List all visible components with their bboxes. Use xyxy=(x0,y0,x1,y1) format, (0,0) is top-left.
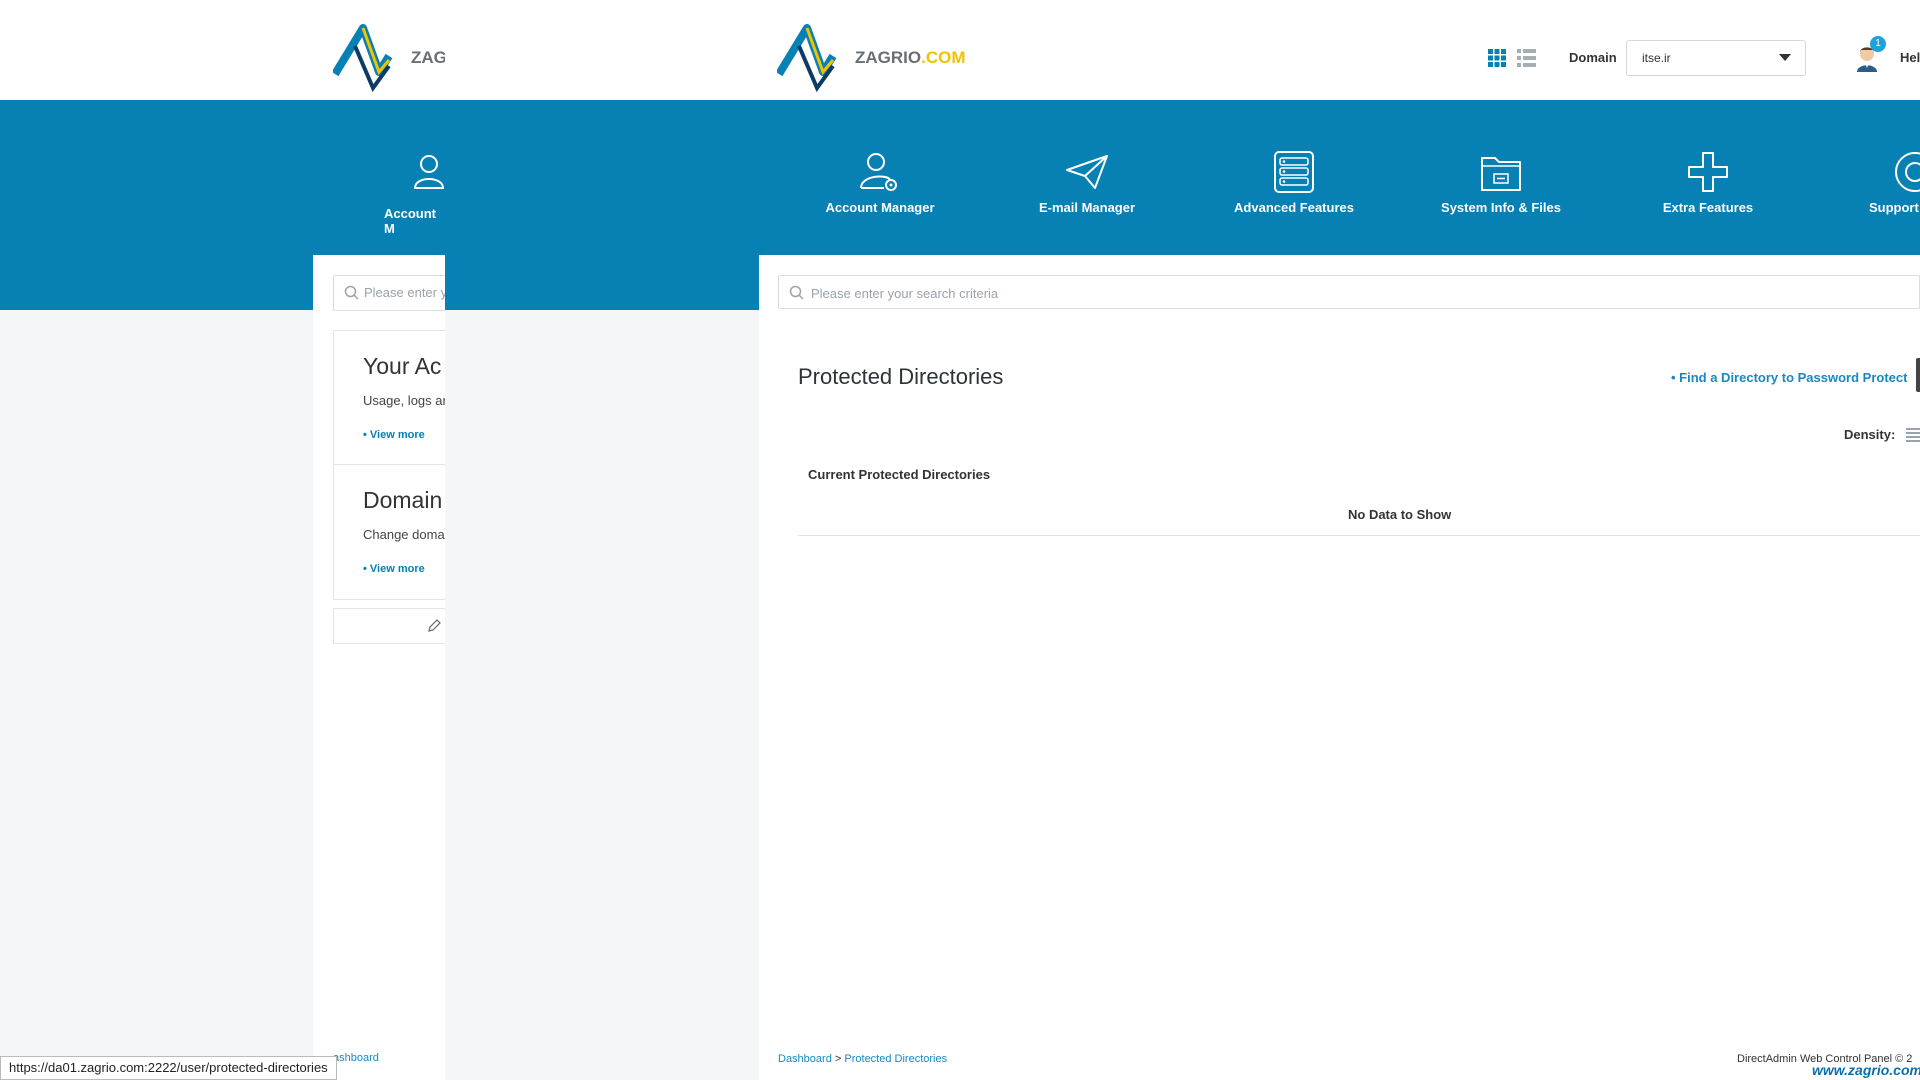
page-title: Protected Directories xyxy=(798,364,1004,389)
breadcrumb-current[interactable]: Protected Directories xyxy=(844,1053,947,1065)
nav-label: Extra Features xyxy=(1662,200,1754,215)
density-label: Density: xyxy=(1844,427,1896,442)
account-manager-icon xyxy=(413,155,445,189)
pencil-icon[interactable] xyxy=(426,618,442,634)
search-bar[interactable] xyxy=(778,275,1920,310)
search-icon xyxy=(344,285,359,300)
table-divider xyxy=(798,535,1920,536)
breadcrumb-dashboard[interactable]: Dashboard xyxy=(778,1053,832,1065)
ghost-logo-text: ZAG xyxy=(411,48,445,67)
logo-wave-icon xyxy=(775,24,837,93)
ghost-account-icon xyxy=(412,152,445,197)
section-title: Current Protected Directories xyxy=(808,467,991,482)
ghost-card-title: Domain xyxy=(363,487,443,513)
gap-nav xyxy=(445,100,759,310)
browser-status-url: https://da01.zagrio.com:2222/user/protec… xyxy=(0,1056,337,1080)
ghost-breadcrumb[interactable]: ashboard xyxy=(333,1052,379,1064)
grid-view-icon[interactable] xyxy=(1488,49,1506,72)
nav-label: Account Manager xyxy=(825,200,935,215)
nav-label: System Info & Files xyxy=(1441,200,1561,215)
action-button-edge[interactable] xyxy=(1916,358,1920,392)
logo-text: ZAGRIO.COM xyxy=(855,48,966,68)
view-more-link[interactable]: • View more xyxy=(363,563,425,575)
ghost-search-input: Please enter y xyxy=(333,275,445,311)
ghost-card-title: Your Ac xyxy=(363,353,442,379)
ghost-search-placeholder: Please enter y xyxy=(364,285,445,300)
help-label[interactable]: Hel xyxy=(1900,50,1920,65)
lifebuoy-icon xyxy=(1895,152,1920,192)
nav-label: E-mail Manager xyxy=(1038,200,1136,215)
logo[interactable] xyxy=(775,22,849,97)
breadcrumb: Dashboard > Protected Directories xyxy=(778,1053,947,1065)
domain-select-value: itse.ir xyxy=(1642,51,1671,65)
account-manager-icon xyxy=(860,153,897,191)
empty-state-text: No Data to Show xyxy=(1348,507,1452,522)
watermark-text: www.zagrio.com xyxy=(1812,1062,1920,1078)
chevron-down-icon xyxy=(1779,54,1791,61)
search-input[interactable] xyxy=(809,276,1813,310)
ghost-card-domain[interactable]: Domain Change doma • View more xyxy=(333,464,445,600)
paper-plane-icon xyxy=(1066,155,1108,189)
plus-icon xyxy=(1688,152,1728,192)
server-icon xyxy=(1274,151,1314,193)
gap-header xyxy=(445,0,759,100)
logo-suffix: .COM xyxy=(921,48,966,67)
ghost-card-desc: Usage, logs ar xyxy=(363,393,445,408)
view-more-link[interactable]: • View more xyxy=(363,429,425,441)
ghost-card-desc: Change doma xyxy=(363,527,445,542)
nav-extra-features[interactable]: Extra Features xyxy=(1628,150,1788,215)
nav-label: Support xyxy=(1869,200,1919,215)
nav-email-manager[interactable]: E-mail Manager xyxy=(1007,150,1167,215)
list-view-icon[interactable] xyxy=(1517,49,1536,72)
breadcrumb-separator: > xyxy=(834,1053,842,1065)
ghost-card-account[interactable]: Your Ac Usage, logs ar • View more xyxy=(333,330,445,466)
nav-account-manager[interactable]: Account Manager xyxy=(800,150,960,215)
nav-advanced-features[interactable]: Advanced Features xyxy=(1214,150,1374,215)
folder-icon xyxy=(1481,157,1521,191)
search-icon xyxy=(789,285,804,300)
domain-label: Domain xyxy=(1569,50,1617,65)
ghost-logo xyxy=(331,22,403,97)
notification-badge[interactable]: 1 xyxy=(1870,36,1886,52)
ghost-nav-label: Account M xyxy=(384,206,436,236)
nav-system-info-files[interactable]: System Info & Files xyxy=(1421,150,1581,215)
nav-label: Advanced Features xyxy=(1234,200,1354,215)
ghost-page-layer: ZAG Account M Please enter y Your Ac Usa… xyxy=(0,0,445,1080)
domain-select[interactable]: itse.ir xyxy=(1626,40,1806,76)
ghost-edit-box[interactable] xyxy=(333,608,445,644)
nav-support[interactable]: Support xyxy=(1815,150,1920,215)
find-directory-link[interactable]: • Find a Directory to Password Protect xyxy=(1671,370,1907,385)
logo-name: ZAGRIO xyxy=(855,48,922,67)
density-icon[interactable] xyxy=(1906,428,1920,447)
logo-wave-icon xyxy=(331,24,393,93)
